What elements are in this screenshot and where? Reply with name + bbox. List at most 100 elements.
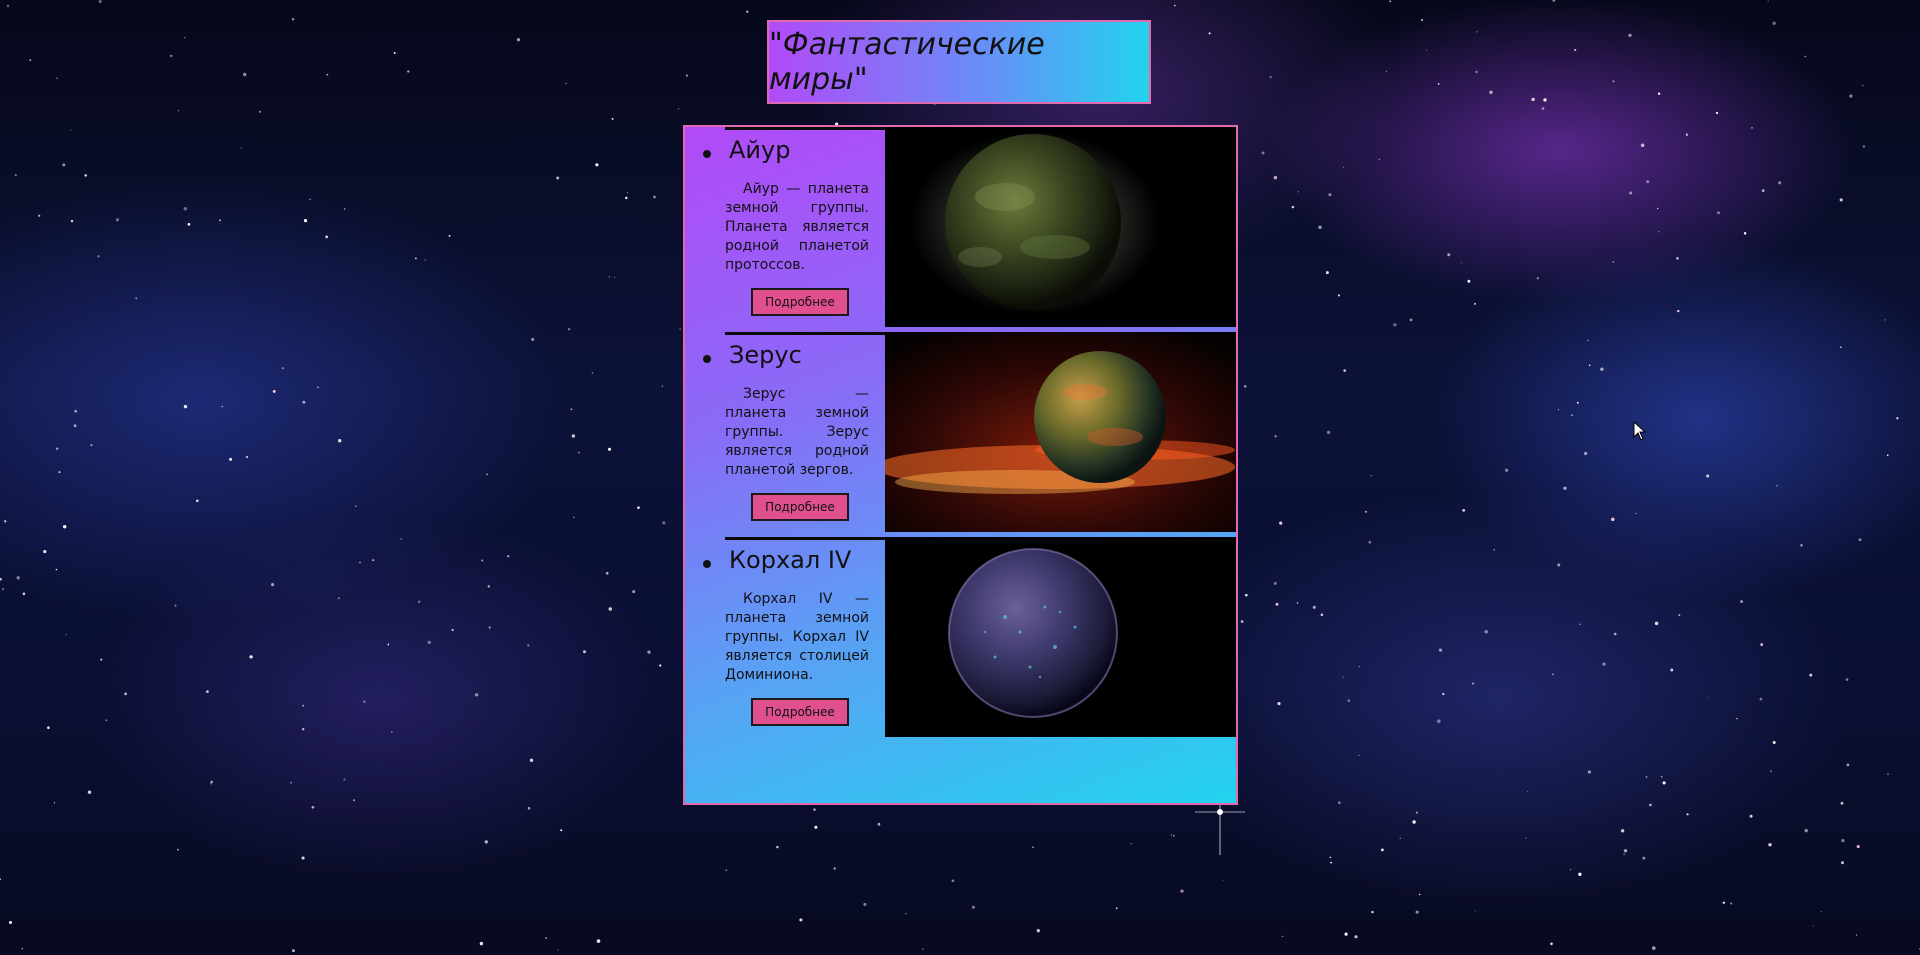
star	[1415, 811, 1418, 814]
star	[1579, 623, 1581, 626]
star	[1550, 942, 1553, 946]
star	[98, 0, 102, 4]
star	[1840, 801, 1844, 805]
star	[1778, 181, 1782, 185]
star	[1611, 517, 1615, 522]
star	[100, 658, 103, 661]
planet-item-aiur: Айур Айур — планета земной группы. Плане…	[703, 127, 1236, 327]
bullet-icon	[703, 560, 711, 568]
star	[1297, 191, 1299, 193]
star	[971, 905, 975, 909]
star	[1588, 364, 1591, 366]
star	[1654, 621, 1659, 626]
star	[0, 878, 1, 881]
star	[1240, 620, 1244, 623]
star	[1337, 801, 1341, 805]
star	[1570, 869, 1572, 871]
star	[507, 555, 510, 558]
star	[87, 790, 92, 794]
star	[1437, 719, 1441, 723]
star	[183, 207, 188, 211]
planet-name: Корхал IV	[729, 546, 852, 574]
star	[355, 505, 357, 507]
star	[1743, 232, 1747, 235]
star	[424, 259, 426, 261]
star	[1347, 699, 1351, 702]
star	[1751, 126, 1753, 129]
star	[70, 129, 72, 131]
star	[1849, 94, 1853, 98]
star	[427, 640, 431, 645]
star	[178, 110, 180, 112]
star	[1344, 932, 1348, 936]
star	[1776, 485, 1778, 487]
star	[626, 192, 629, 194]
star	[29, 59, 32, 62]
star	[1749, 814, 1753, 818]
star	[1628, 33, 1632, 37]
star	[55, 568, 58, 571]
star	[229, 457, 233, 461]
star	[1812, 925, 1814, 927]
star	[70, 219, 74, 223]
star	[1208, 32, 1211, 35]
more-button[interactable]: Подробнее	[751, 493, 849, 521]
star	[73, 424, 77, 428]
star	[1707, 696, 1709, 698]
planet-description: Айур — планета земной группы. Планета яв…	[725, 181, 869, 273]
star	[249, 655, 253, 659]
star	[573, 516, 575, 519]
star	[570, 408, 573, 411]
star	[1600, 367, 1604, 371]
star	[183, 404, 188, 409]
star	[1768, 843, 1772, 847]
star	[301, 856, 305, 860]
star	[545, 937, 547, 939]
star	[1706, 474, 1710, 478]
star	[1761, 189, 1765, 192]
star	[1759, 697, 1763, 701]
star	[1557, 563, 1561, 567]
star	[1342, 676, 1344, 678]
star	[8, 920, 13, 925]
star	[115, 218, 120, 222]
star	[814, 825, 818, 829]
star	[184, 37, 186, 39]
star	[1623, 853, 1625, 855]
star	[1343, 369, 1346, 372]
star	[1358, 666, 1360, 668]
star	[372, 559, 375, 562]
star	[1269, 75, 1272, 79]
star	[1354, 935, 1358, 939]
star	[1115, 907, 1118, 910]
star	[1460, 262, 1462, 264]
star	[531, 337, 535, 341]
star	[271, 583, 275, 587]
star	[2, 588, 4, 590]
star	[1368, 540, 1372, 544]
star	[1578, 872, 1582, 876]
star	[1180, 889, 1184, 893]
star	[210, 780, 214, 784]
star	[1640, 143, 1645, 148]
star	[1678, 614, 1681, 617]
star	[302, 704, 305, 707]
star	[632, 590, 636, 594]
star	[1489, 90, 1493, 95]
star	[1887, 773, 1889, 776]
more-button[interactable]: Подробнее	[751, 288, 849, 316]
star	[1277, 702, 1281, 706]
page-title: "Фантастические миры"	[769, 27, 1045, 97]
star	[84, 174, 87, 177]
star	[135, 297, 138, 300]
more-button[interactable]: Подробнее	[751, 698, 849, 726]
star	[1612, 261, 1615, 263]
star	[353, 799, 355, 802]
star	[481, 559, 484, 562]
star	[625, 196, 628, 200]
star	[6, 4, 10, 7]
star	[1130, 843, 1132, 845]
star	[344, 208, 346, 210]
star	[258, 110, 262, 113]
star	[303, 219, 308, 223]
